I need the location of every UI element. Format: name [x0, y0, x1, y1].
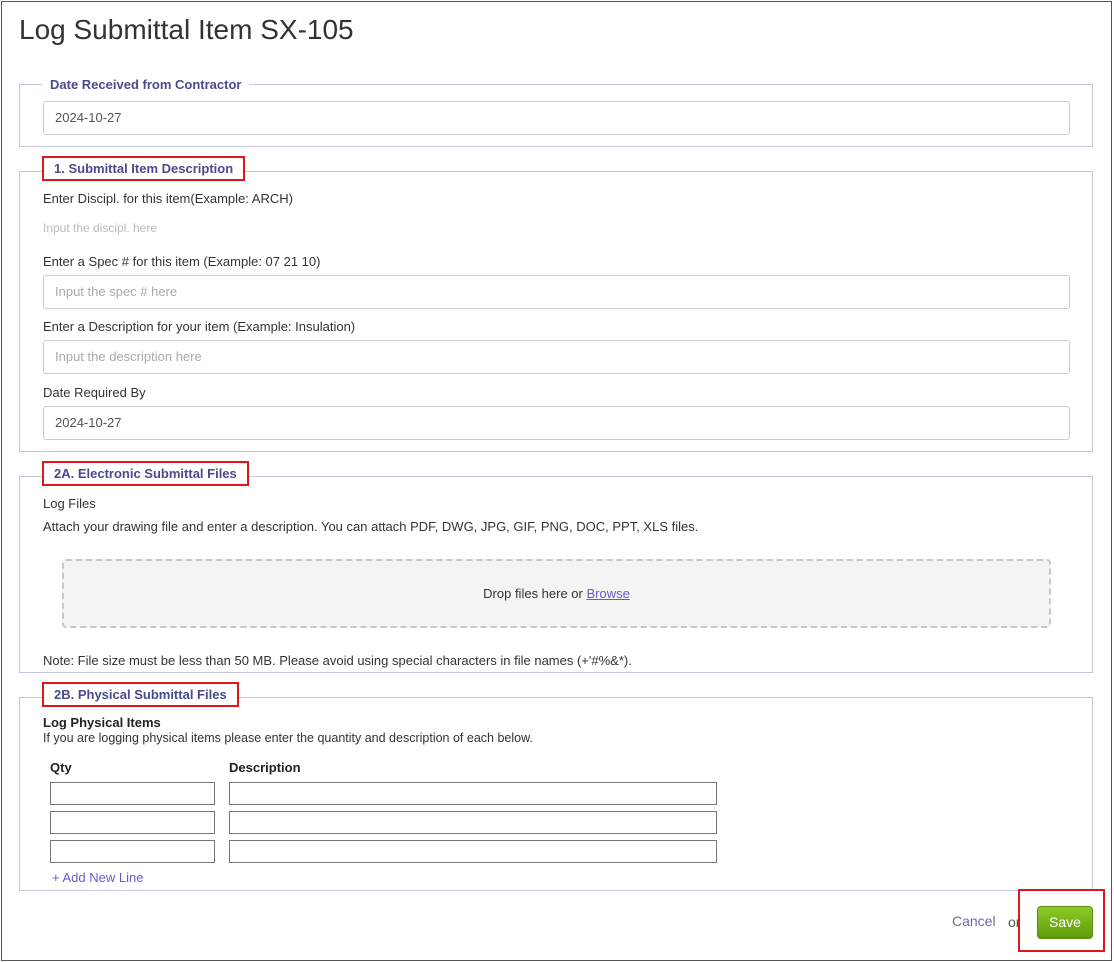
electronic-files-section: 2A. Electronic Submittal Files Log Files… — [19, 461, 1093, 673]
browse-link[interactable]: Browse — [586, 586, 629, 601]
cancel-link[interactable]: Cancel — [952, 913, 996, 929]
log-files-label: Log Files — [43, 496, 96, 511]
file-size-note: Note: File size must be less than 50 MB.… — [43, 653, 632, 668]
description-input-row-1[interactable] — [229, 782, 717, 805]
physical-files-legend: 2B. Physical Submittal Files — [42, 682, 239, 707]
page-title: Log Submittal Item SX-105 — [19, 14, 354, 45]
date-received-input[interactable]: 2024-10-27 — [43, 101, 1070, 135]
qty-input-row-1[interactable] — [50, 782, 215, 805]
physical-items-instructions: If you are logging physical items please… — [43, 731, 533, 745]
save-button[interactable]: Save — [1037, 906, 1093, 939]
description-input-row-2[interactable] — [229, 811, 717, 834]
date-received-legend: Date Received from Contractor — [42, 76, 250, 94]
qty-header: Qty — [50, 760, 72, 775]
physical-items-heading: Log Physical Items — [43, 715, 161, 730]
qty-input-row-3[interactable] — [50, 840, 215, 863]
discipline-input[interactable]: Input the discipl. here — [43, 221, 157, 235]
description-input[interactable]: Input the description here — [43, 340, 1070, 374]
physical-files-section: 2B. Physical Submittal Files Log Physica… — [19, 682, 1093, 891]
attach-instructions: Attach your drawing file and enter a des… — [43, 519, 699, 534]
date-required-label: Date Required By — [43, 385, 146, 400]
electronic-files-legend: 2A. Electronic Submittal Files — [42, 461, 249, 486]
description-header: Description — [229, 760, 301, 775]
discipline-label: Enter Discipl. for this item(Example: AR… — [43, 191, 293, 206]
description-label: Enter a Description for your item (Examp… — [43, 319, 356, 334]
qty-input-row-2[interactable] — [50, 811, 215, 834]
spec-label: Enter a Spec # for this item (Example: 0… — [43, 254, 321, 269]
add-new-line-link[interactable]: + Add New Line — [52, 870, 143, 885]
spec-input[interactable]: Input the spec # here — [43, 275, 1070, 309]
description-input-row-3[interactable] — [229, 840, 717, 863]
date-received-section: Date Received from Contractor 2024-10-27 — [19, 76, 1093, 147]
date-required-input[interactable]: 2024-10-27 — [43, 406, 1070, 440]
drop-text: Drop files here or — [483, 586, 587, 601]
item-description-legend: 1. Submittal Item Description — [42, 156, 246, 181]
item-description-section: 1. Submittal Item Description Enter Disc… — [19, 156, 1093, 452]
file-dropzone[interactable]: Drop files here or Browse — [62, 559, 1051, 628]
